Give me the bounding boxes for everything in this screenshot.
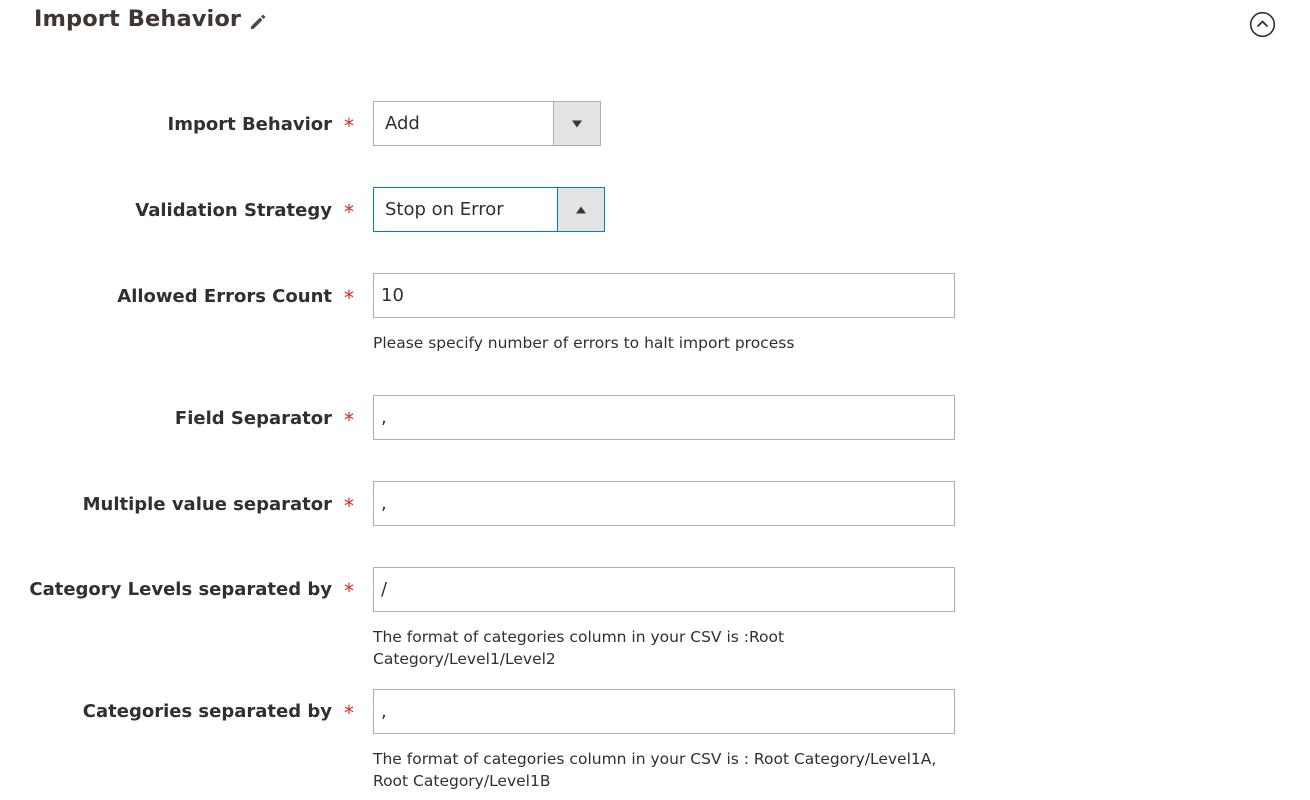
required-star: * [344, 114, 354, 138]
category-levels-separator-note: The format of categories column in your … [373, 628, 785, 668]
section-title: Import Behavior [34, 6, 242, 32]
allowed-errors-count-label: Allowed Errors Count [117, 286, 332, 307]
chevron-up-circle-icon[interactable] [1249, 11, 1276, 38]
categories-separator-input[interactable] [373, 689, 955, 734]
chevron-down-icon [572, 120, 582, 127]
validation-strategy-selected-value: Stop on Error [385, 199, 504, 220]
categories-separator-note-line1: The format of categories column in your … [373, 750, 937, 768]
categories-separator-note-line2: Root Category/Level1B [373, 772, 551, 790]
multiple-value-separator-input[interactable] [373, 481, 955, 526]
chevron-up-icon [576, 206, 586, 213]
field-separator-input[interactable] [373, 395, 955, 440]
categories-separator-label: Categories separated by [82, 701, 332, 722]
required-star: * [344, 701, 354, 725]
field-separator-label: Field Separator [174, 408, 332, 429]
import-behavior-label: Import Behavior [167, 114, 333, 135]
pencil-icon[interactable] [247, 11, 269, 33]
category-levels-separator-input[interactable] [373, 567, 955, 612]
dropdown-toggle[interactable] [553, 102, 600, 145]
validation-strategy-select[interactable]: Stop on Error [373, 187, 605, 232]
required-star: * [344, 579, 354, 603]
required-star: * [344, 408, 354, 432]
allowed-errors-count-input[interactable] [373, 273, 955, 318]
required-star: * [344, 286, 354, 310]
import-behavior-select[interactable]: Add [373, 101, 601, 146]
categories-separator-note: The format of categories column in your … [373, 748, 953, 792]
multiple-value-separator-label: Multiple value separator [82, 494, 332, 515]
dropdown-toggle[interactable] [557, 188, 604, 231]
required-star: * [344, 494, 354, 518]
import-behavior-selected-value: Add [385, 113, 420, 134]
validation-strategy-label: Validation Strategy [135, 200, 332, 221]
category-levels-separator-label: Category Levels separated by [29, 579, 332, 600]
allowed-errors-count-note: Please specify number of errors to halt … [373, 334, 795, 352]
required-star: * [344, 200, 354, 224]
